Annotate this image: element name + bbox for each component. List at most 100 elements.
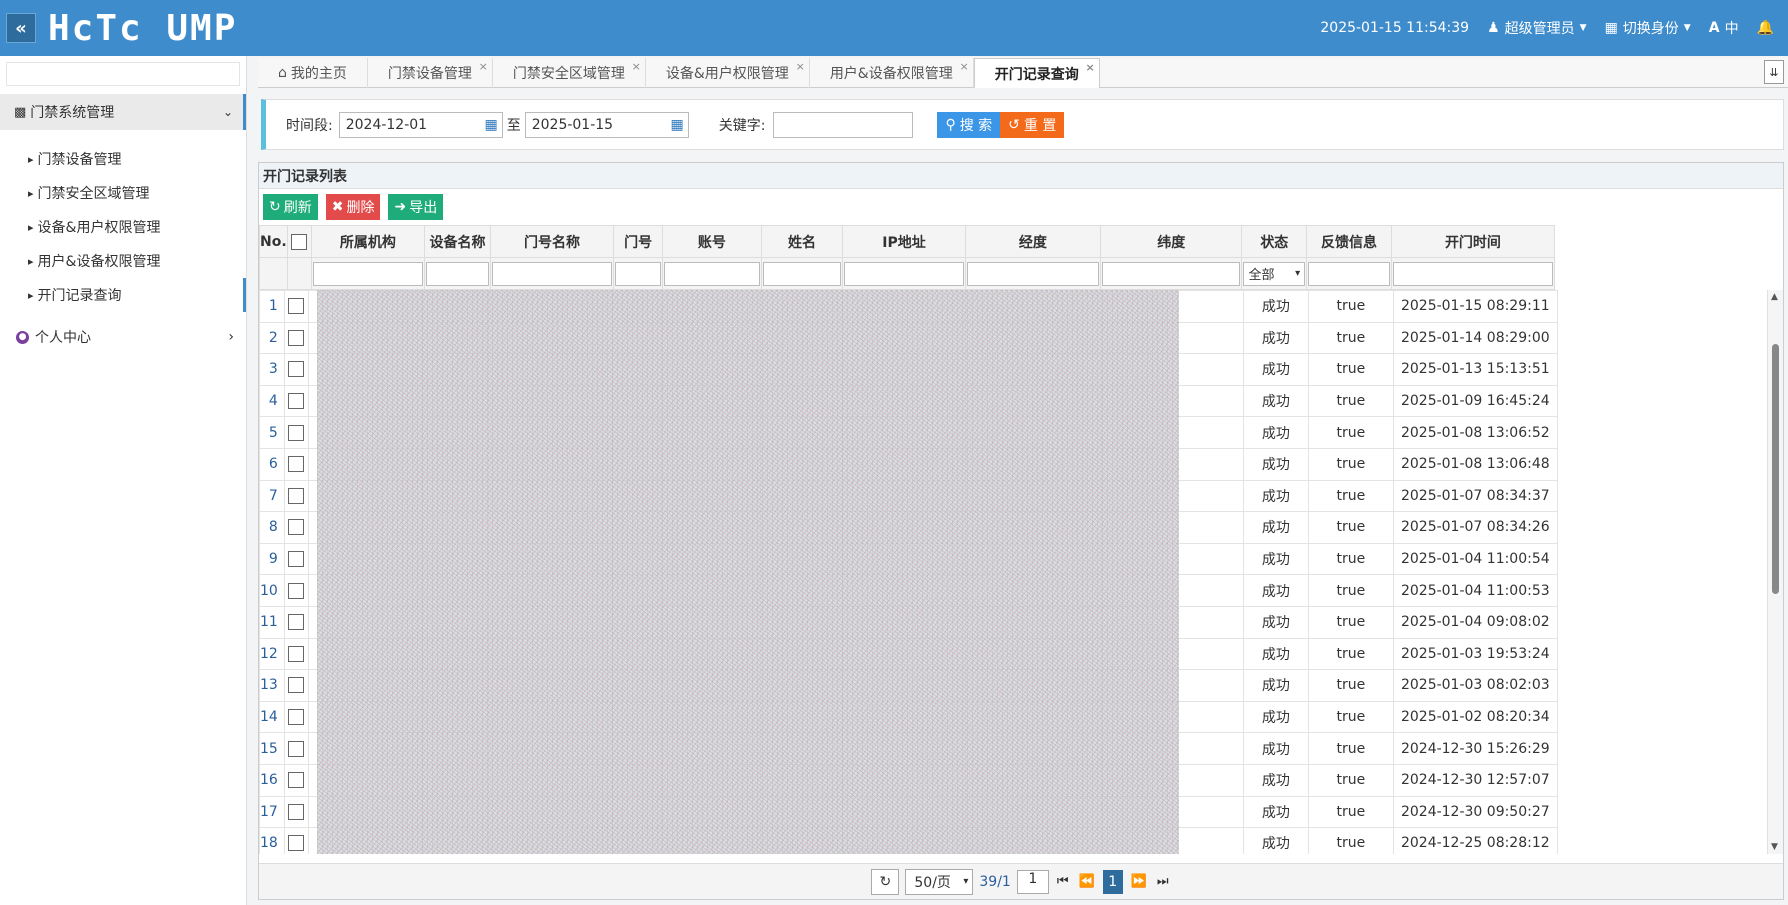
filter-longitude[interactable] [964, 257, 1102, 290]
row-checkbox[interactable] [283, 763, 309, 797]
row-checkbox[interactable] [283, 574, 309, 607]
pager-refresh-icon[interactable]: ↻ [871, 868, 900, 895]
user-menu[interactable]: ♟ 超级管理员 ▼ [1487, 18, 1586, 38]
page-number-input[interactable]: 1 [1016, 869, 1049, 894]
col-longitude[interactable]: 经度 [964, 225, 1102, 258]
row-checkbox[interactable] [283, 732, 309, 765]
row-checkbox[interactable] [283, 700, 309, 734]
sidebar-group-personal-center[interactable]: ● 个人中心 › [0, 320, 246, 354]
close-icon[interactable]: × [1086, 61, 1095, 74]
tab-overflow-icon[interactable]: ⇊ [1764, 60, 1784, 84]
row-checkbox[interactable] [283, 827, 309, 854]
export-button[interactable]: ➜ 导出 [388, 194, 444, 220]
filter-status-select[interactable]: 全部 [1241, 257, 1308, 290]
row-checkbox[interactable] [283, 447, 309, 481]
row-checkbox[interactable] [283, 384, 309, 418]
sidebar-item-door-records[interactable]: 开门记录查询 [0, 278, 246, 312]
close-icon[interactable]: × [632, 60, 641, 73]
checkbox[interactable] [288, 519, 305, 536]
last-page-icon[interactable]: ⏭ [1155, 874, 1171, 889]
delete-button[interactable]: ✖ 删除 [325, 194, 381, 220]
current-page-button[interactable]: 1 [1102, 869, 1123, 894]
tab-user-device-permission[interactable]: 用户&设备权限管理 × [810, 58, 974, 88]
row-checkbox[interactable] [283, 605, 309, 639]
scroll-up-icon[interactable]: ▲ [1771, 292, 1778, 302]
sidebar-search-input[interactable] [6, 62, 240, 86]
row-checkbox[interactable] [283, 321, 309, 355]
row-checkbox[interactable] [283, 290, 309, 323]
date-from-input[interactable]: 2024-12-01 ▦ [338, 111, 503, 138]
tab-device-management[interactable]: 门禁设备管理 × [368, 58, 493, 88]
filter-organization[interactable] [310, 257, 426, 290]
filter-door-no[interactable] [613, 257, 664, 290]
checkbox[interactable] [288, 298, 305, 315]
tab-security-area[interactable]: 门禁安全区域管理 × [493, 58, 646, 88]
row-checkbox[interactable] [283, 637, 309, 671]
checkbox[interactable] [288, 645, 305, 662]
tab-device-user-permission[interactable]: 设备&用户权限管理 × [646, 58, 810, 88]
col-feedback[interactable]: 反馈信息 [1306, 225, 1392, 258]
col-device-name[interactable]: 设备名称 [424, 225, 491, 258]
checkbox[interactable] [288, 393, 305, 410]
col-status[interactable]: 状态 [1241, 225, 1308, 258]
select-all-checkbox[interactable] [286, 225, 312, 258]
scroll-down-icon[interactable]: ▼ [1771, 842, 1778, 852]
filter-feedback[interactable] [1306, 257, 1392, 290]
checkbox[interactable] [288, 709, 305, 726]
col-name[interactable]: 姓名 [760, 225, 844, 258]
filter-latitude[interactable] [1100, 257, 1243, 290]
tab-door-records[interactable]: 开门记录查询 × [973, 58, 1100, 88]
row-checkbox[interactable] [283, 479, 309, 513]
page-size-select[interactable]: 50/页 [905, 868, 974, 895]
filter-name[interactable] [760, 257, 844, 290]
grid-scrollbar[interactable]: ▲ ▼ [1767, 290, 1783, 854]
search-button[interactable]: ⚲ 搜 索 [937, 111, 1001, 138]
col-door-no[interactable]: 门号 [613, 225, 664, 258]
notification-button[interactable]: 🔔 [1757, 20, 1774, 36]
sidebar-item-user-device-permission[interactable]: 用户&设备权限管理 [0, 244, 246, 278]
tab-home[interactable]: ⌂ 我的主页 [258, 58, 368, 88]
row-checkbox[interactable] [283, 795, 309, 829]
status-select-value[interactable]: 全部 [1243, 261, 1306, 286]
col-account[interactable]: 账号 [662, 225, 762, 258]
language-toggle[interactable]: A 中 [1709, 18, 1739, 38]
checkbox[interactable] [288, 487, 305, 504]
col-open-time[interactable]: 开门时间 [1390, 225, 1556, 258]
switch-identity-menu[interactable]: ▦ 切换身份 ▼ [1605, 18, 1691, 38]
first-page-icon[interactable]: ⏮ [1055, 874, 1071, 889]
row-checkbox[interactable] [283, 669, 309, 702]
checkbox[interactable] [288, 424, 305, 441]
checkbox[interactable] [288, 329, 305, 346]
row-checkbox[interactable] [283, 353, 309, 386]
col-ip[interactable]: IP地址 [842, 225, 966, 258]
sidebar-item-device-user-permission[interactable]: 设备&用户权限管理 [0, 210, 246, 244]
close-icon[interactable]: × [960, 60, 969, 73]
checkbox[interactable] [288, 803, 305, 820]
checkbox[interactable] [288, 677, 305, 694]
filter-account[interactable] [662, 257, 762, 290]
scrollbar-thumb[interactable] [1772, 344, 1779, 594]
checkbox[interactable] [288, 361, 305, 378]
row-checkbox[interactable] [283, 542, 309, 576]
next-page-icon[interactable]: ⏩ [1129, 874, 1149, 889]
close-icon[interactable]: × [796, 60, 805, 73]
checkbox[interactable] [288, 614, 305, 631]
sidebar-group-access-control[interactable]: ▩ 门禁系统管理 ⌄ [0, 94, 246, 130]
checkbox[interactable] [288, 582, 305, 599]
calendar-icon[interactable]: ▦ [670, 117, 683, 133]
filter-ip[interactable] [842, 257, 966, 290]
row-checkbox[interactable] [283, 511, 309, 544]
date-to-input[interactable]: 2025-01-15 ▦ [524, 111, 689, 138]
checkbox[interactable] [288, 835, 305, 852]
prev-page-icon[interactable]: ⏪ [1077, 874, 1097, 889]
filter-open-time[interactable] [1390, 257, 1556, 290]
calendar-icon[interactable]: ▦ [484, 117, 497, 133]
filter-door-name[interactable] [489, 257, 615, 290]
refresh-button[interactable]: ↻ 刷新 [263, 194, 318, 220]
filter-device-name[interactable] [424, 257, 491, 290]
checkbox[interactable] [288, 772, 305, 789]
reset-button[interactable]: ↺ 重 置 [1000, 111, 1065, 138]
sidebar-item-security-area[interactable]: 门禁安全区域管理 [0, 176, 246, 210]
col-organization[interactable]: 所属机构 [310, 225, 426, 258]
sidebar-item-device-management[interactable]: 门禁设备管理 [0, 142, 246, 176]
